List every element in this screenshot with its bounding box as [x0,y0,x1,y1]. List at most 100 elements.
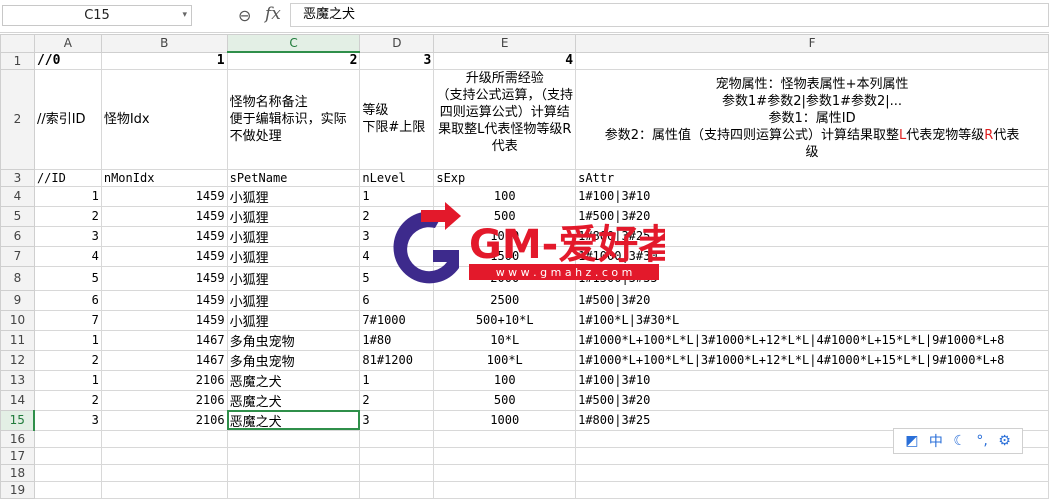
cell[interactable]: 怪物名称备注 便于编辑标识，实际不做处理 [226,68,361,170]
cell[interactable]: 1 [33,329,102,351]
cell[interactable]: 小狐狸 [226,205,361,227]
cell[interactable]: //0 [33,51,102,70]
cell[interactable] [100,446,228,465]
cell[interactable] [100,480,228,499]
cell[interactable] [226,446,361,465]
cell[interactable]: //索引ID [33,68,102,170]
cell[interactable]: 小狐狸 [226,225,361,247]
cell[interactable] [226,429,361,448]
fx-icon[interactable]: fx [265,4,281,24]
cell[interactable]: 3 [33,409,102,431]
cell[interactable]: 500+10*L [433,309,577,331]
cell[interactable]: 1459 [100,205,228,227]
cell[interactable]: 1 [33,185,102,207]
cell[interactable]: 5 [33,265,102,291]
name-box[interactable]: C15 ▾ [2,5,192,26]
cell[interactable]: 1459 [100,265,228,291]
row-header[interactable]: 8 [0,265,35,291]
row-header[interactable]: 11 [0,329,35,351]
cell[interactable]: 1#500|3#20 [575,389,1049,411]
cell[interactable]: 宠物属性：怪物表属性+本列属性 参数1#参数2|参数1#参数2|... 参数1：… [575,68,1049,170]
column-header-a[interactable]: A [33,34,102,53]
row-header[interactable]: 6 [0,225,35,247]
cell[interactable]: 1#100|3#10 [575,369,1049,391]
ime-lang-toggle[interactable]: 中 [929,431,943,451]
cell[interactable]: 等级 下限#上限 [359,68,435,170]
cell[interactable]: 升级所需经验 （支持公式运算，（支持四则运算公式）计算结果取整L代表怪物等级R代… [433,68,577,170]
select-all-corner[interactable] [0,34,35,53]
row-header[interactable]: 14 [0,389,35,411]
cell[interactable]: 2 [226,51,361,70]
row-header[interactable]: 17 [0,446,35,465]
cell[interactable]: 2 [359,389,435,411]
cell[interactable] [33,446,102,465]
cell[interactable]: 2106 [100,389,228,411]
cell[interactable] [433,446,577,465]
row-header[interactable]: 10 [0,309,35,331]
cell[interactable]: 1#800|3#25 [575,409,1049,431]
cell[interactable]: 1467 [100,349,228,371]
cell[interactable]: 恶魔之犬 [226,389,361,411]
cell[interactable]: 4 [433,51,577,70]
cell[interactable]: 怪物Idx [100,68,228,170]
cell[interactable]: 500 [433,389,577,411]
cell[interactable] [33,480,102,499]
cell[interactable]: 3 [359,409,435,431]
cell[interactable] [100,463,228,482]
cell[interactable]: 小狐狸 [226,309,361,331]
cell[interactable]: 1000 [433,409,577,431]
cell[interactable]: 2106 [100,409,228,431]
cell[interactable]: 1467 [100,329,228,351]
cell[interactable]: 1 [100,51,228,70]
column-header-b[interactable]: B [100,34,228,53]
cell[interactable]: 7 [33,309,102,331]
row-header[interactable]: 1 [0,51,35,70]
cell[interactable]: 2106 [100,369,228,391]
cell[interactable]: nLevel [359,168,435,187]
cell[interactable]: 6 [33,289,102,311]
punctuation-icon[interactable]: °, [976,433,987,449]
row-header[interactable]: 2 [0,68,35,170]
cell[interactable]: //ID [33,168,102,187]
cell[interactable]: 100*L [433,349,577,371]
cell[interactable]: 7#1000 [359,309,435,331]
cell[interactable]: 多角虫宠物 [226,329,361,351]
cell[interactable]: sExp [433,168,577,187]
cell[interactable]: 小狐狸 [226,185,361,207]
active-cell[interactable]: 恶魔之犬 [226,409,361,431]
cell[interactable]: 1 [359,369,435,391]
cell[interactable] [433,463,577,482]
row-header[interactable]: 7 [0,245,35,267]
cell[interactable]: 小狐狸 [226,289,361,311]
cell[interactable]: 1#1000*L+100*L*L|3#1000*L+12*L*L|4#1000*… [575,329,1049,351]
cell[interactable]: 2 [33,349,102,371]
cell[interactable]: 1 [33,369,102,391]
cell[interactable]: 2 [33,389,102,411]
row-header[interactable]: 15 [0,409,36,431]
cell[interactable]: 1459 [100,289,228,311]
cell[interactable] [33,463,102,482]
cell[interactable] [33,429,102,448]
row-header[interactable]: 13 [0,369,35,391]
column-header-d[interactable]: D [359,34,435,53]
column-header-c[interactable]: C [226,34,361,53]
row-header[interactable]: 5 [0,205,35,227]
cell[interactable] [100,429,228,448]
cell[interactable]: nMonIdx [100,168,228,187]
cell[interactable] [226,480,361,499]
cell[interactable]: 10*L [433,329,577,351]
cell[interactable] [359,429,435,448]
column-header-e[interactable]: E [433,34,577,53]
cell[interactable]: 恶魔之犬 [226,369,361,391]
cell[interactable]: 1#100*L|3#30*L [575,309,1049,331]
row-header[interactable]: 12 [0,349,35,371]
cell[interactable]: 1#1000*L+100*L*L|3#1000*L+12*L*L|4#1000*… [575,349,1049,371]
gear-icon[interactable]: ⚙ [998,433,1011,449]
row-header[interactable]: 4 [0,185,35,207]
row-header[interactable]: 18 [0,463,35,482]
moon-icon[interactable]: ☾ [953,433,966,449]
cell[interactable] [359,480,435,499]
cell[interactable]: 小狐狸 [226,245,361,267]
cell[interactable] [433,480,577,499]
cell[interactable]: 1#80 [359,329,435,351]
